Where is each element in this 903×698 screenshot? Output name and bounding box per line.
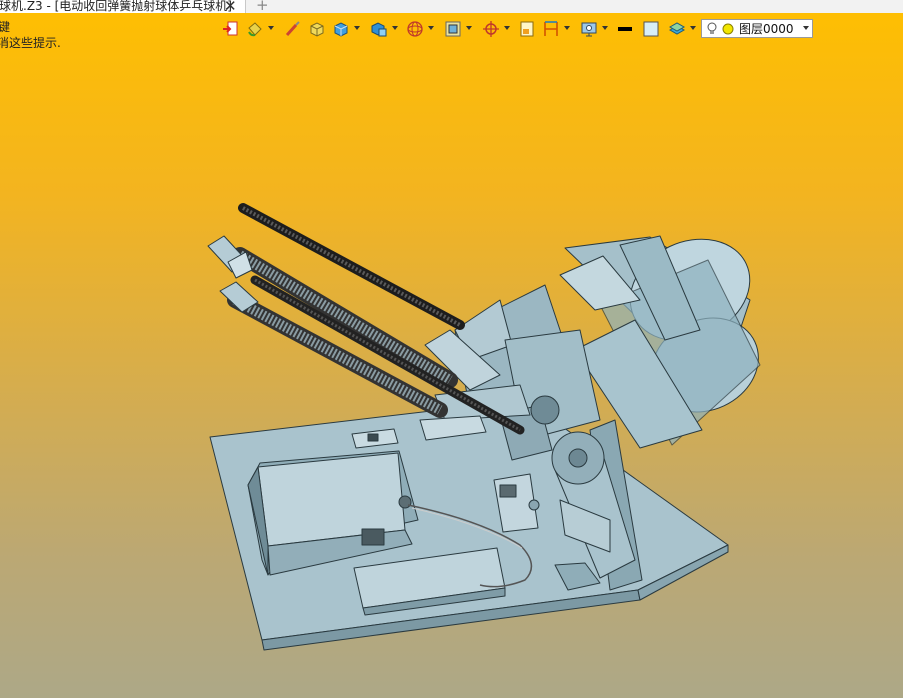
model-viewport[interactable] [0, 0, 903, 698]
tower-frame [551, 419, 643, 591]
rod-end-blocks [207, 235, 259, 313]
